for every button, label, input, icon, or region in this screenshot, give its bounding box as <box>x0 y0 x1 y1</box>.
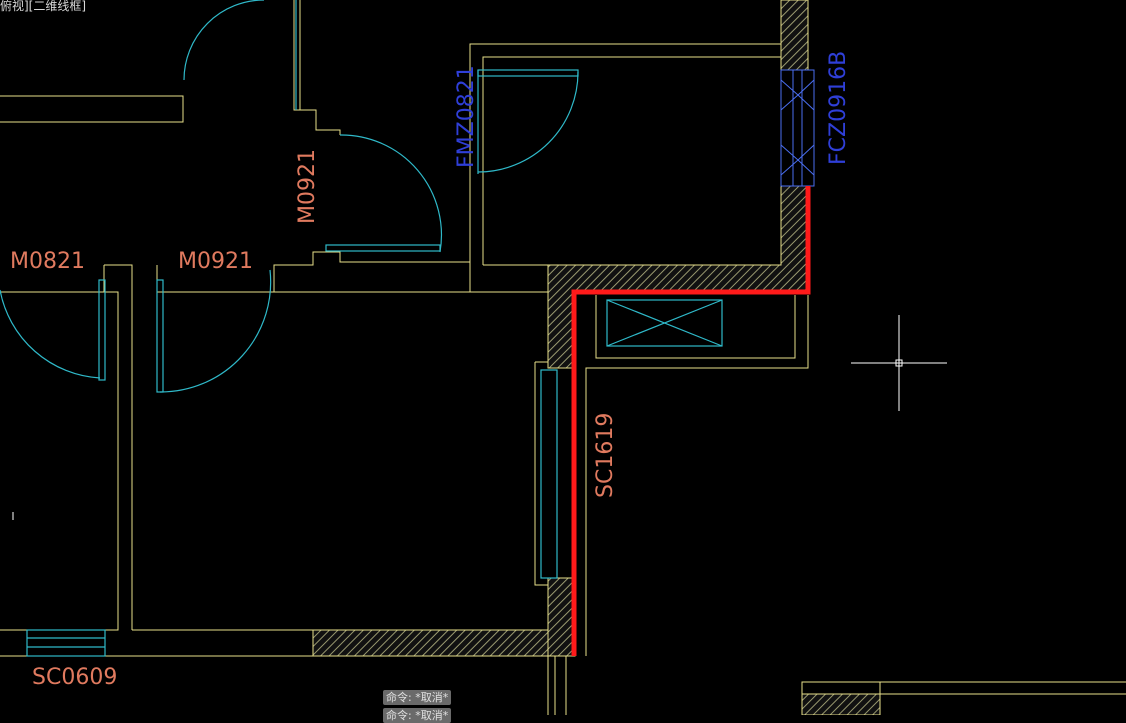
door-swings <box>0 0 723 657</box>
fire-window <box>780 69 815 187</box>
command-history-line: 命令: *取消* <box>383 708 452 723</box>
drawing-canvas[interactable]: M0821 M0921 M0921 SC1619 SC0609 FMZ0821 … <box>0 0 1126 715</box>
label-sc0609: SC0609 <box>32 665 117 690</box>
label-m0921-vertical: M0921 <box>295 149 320 224</box>
label-m0821: M0821 <box>10 249 85 274</box>
command-history-line: 命令: *取消* <box>383 690 452 705</box>
label-sc1619: SC1619 <box>593 413 618 498</box>
label-fm0821: FMZ0821 <box>454 65 479 168</box>
label-m0921-left: M0921 <box>178 249 253 274</box>
crosshair-cursor <box>851 315 947 411</box>
label-fc0916: FCZ0916B <box>826 51 851 165</box>
viewport-label[interactable]: 俯视][二维线框] <box>0 0 86 14</box>
